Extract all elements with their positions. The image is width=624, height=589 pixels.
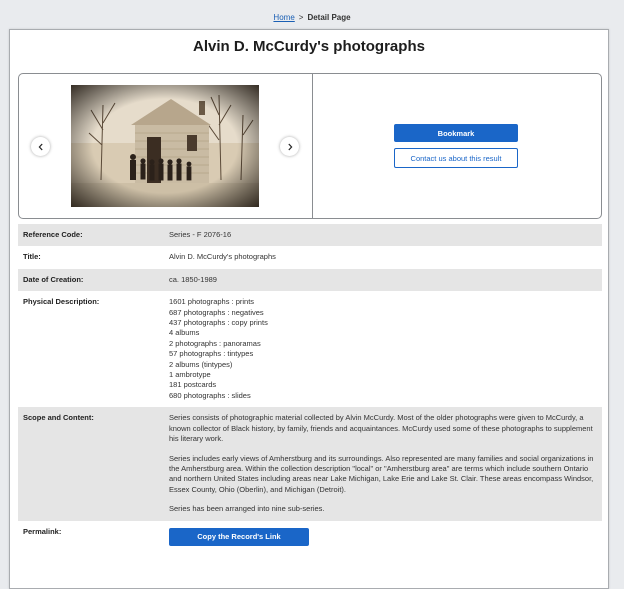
detail-card: Alvin D. McCurdy's photographs Bookmark … [9, 29, 609, 589]
scope-paragraph: Series has been arranged into nine sub-s… [169, 504, 325, 514]
detail-value: Alvin D. McCurdy's photographs [169, 252, 276, 262]
detail-label: Scope and Content: [23, 413, 94, 423]
detail-label: Permalink: [23, 526, 62, 536]
detail-label: Title: [23, 252, 41, 262]
detail-row-permalink: Permalink: Copy the Record's Link [18, 521, 602, 552]
physical-item: 680 photographs : slides [169, 390, 251, 400]
physical-item: 1 ambrotype [169, 370, 211, 380]
next-image-button[interactable] [280, 137, 299, 156]
detail-value: Series - F 2076-16 [169, 230, 232, 239]
media-divider [312, 74, 313, 218]
chevron-left-icon [38, 143, 43, 150]
physical-item: 437 photographs : copy prints [169, 318, 268, 328]
breadcrumb-separator: > [298, 13, 304, 22]
detail-label: Date of Creation: [23, 274, 84, 284]
detail-value: ca. 1850-1989 [169, 274, 217, 284]
detail-value: Series consists of photographic material… [169, 413, 597, 514]
physical-item: 2 albums (tintypes) [169, 359, 233, 369]
detail-label: Physical Description: [23, 297, 100, 307]
bookmark-button[interactable]: Bookmark [394, 124, 518, 142]
breadcrumb-current: Detail Page [307, 13, 351, 22]
physical-item: 4 albums [169, 328, 200, 338]
detail-row-reference-code: Reference Code: Series - F 2076-16 [18, 224, 602, 247]
detail-value: 1601 photographs : prints 687 photograph… [169, 297, 597, 401]
breadcrumb: Home > Detail Page [0, 13, 624, 22]
record-photograph [71, 85, 259, 207]
detail-label: Reference Code: [23, 230, 83, 239]
physical-item: 1601 photographs : prints [169, 297, 255, 307]
scope-paragraph: Series includes early views of Amherstbu… [169, 453, 594, 494]
detail-row-physical-description: Physical Description: 1601 photographs :… [18, 291, 602, 407]
scope-paragraph: Series consists of photographic material… [169, 413, 593, 444]
media-panel: Bookmark Contact us about this result [18, 73, 602, 219]
page-title: Alvin D. McCurdy's photographs [193, 38, 425, 55]
physical-item: 57 photographs : tintypes [169, 349, 254, 359]
copy-record-link-button[interactable]: Copy the Record's Link [169, 527, 309, 546]
detail-row-title: Title: Alvin D. McCurdy's photographs [18, 246, 602, 268]
photograph-image [71, 85, 259, 207]
contact-us-button[interactable]: Contact us about this result [394, 148, 518, 168]
chevron-right-icon [287, 143, 292, 150]
physical-item: 2 photographs : panoramas [169, 338, 261, 348]
detail-value: Copy the Record's Link [169, 527, 597, 546]
detail-row-date: Date of Creation: ca. 1850-1989 [18, 268, 602, 292]
breadcrumb-home-link[interactable]: Home [273, 13, 294, 22]
physical-item: 181 postcards [169, 380, 217, 390]
detail-row-scope-content: Scope and Content: Series consists of ph… [18, 407, 602, 521]
physical-item: 687 photographs : negatives [169, 307, 264, 317]
record-details: Reference Code: Series - F 2076-16 Title… [18, 224, 602, 552]
previous-image-button[interactable] [31, 137, 50, 156]
